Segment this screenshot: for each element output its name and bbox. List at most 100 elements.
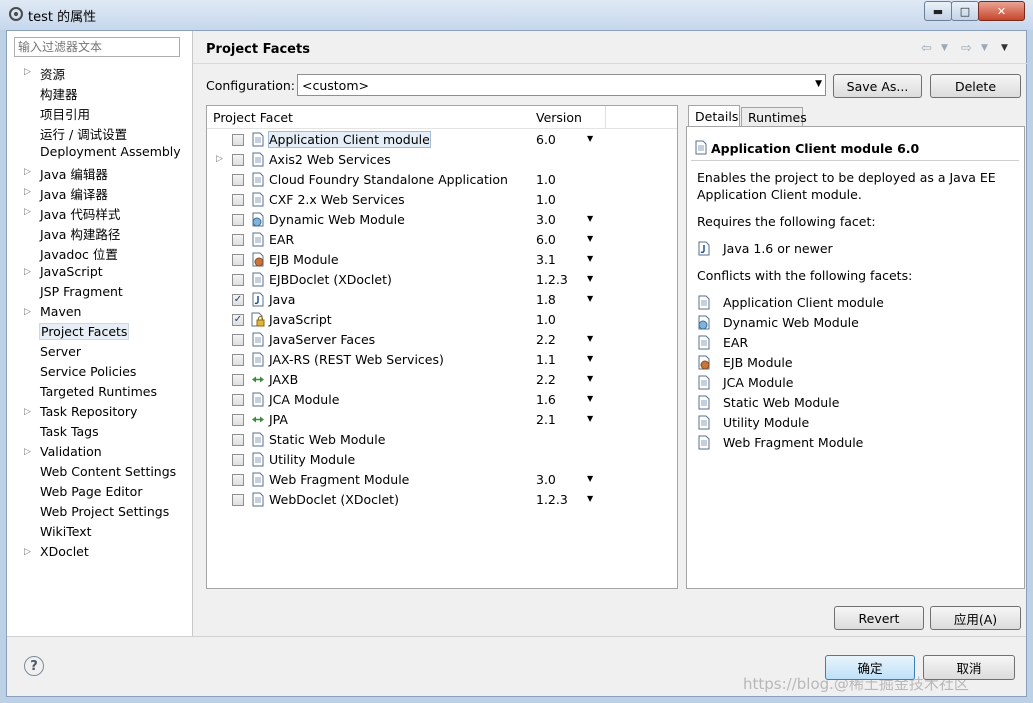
table-row[interactable]: EJB Module 3.1 ▼ bbox=[207, 250, 677, 270]
expand-arrow-icon[interactable]: ▷ bbox=[24, 447, 31, 457]
facet-version[interactable]: 3.1 bbox=[536, 252, 556, 267]
sidebar-item[interactable]: Javadoc 位置 bbox=[7, 243, 192, 263]
configuration-select[interactable]: <custom> ▼ bbox=[297, 74, 826, 96]
expand-arrow-icon[interactable]: ▷ bbox=[24, 307, 31, 317]
filter-input[interactable] bbox=[14, 37, 180, 57]
facet-version[interactable]: 2.2 bbox=[536, 332, 556, 347]
facet-checkbox[interactable] bbox=[232, 494, 244, 506]
forward-icon[interactable]: ⇨ bbox=[961, 41, 972, 56]
apply-button[interactable]: 应用(A) bbox=[930, 606, 1021, 630]
title-bar[interactable] bbox=[0, 0, 1033, 30]
minimize-button[interactable]: ▬ bbox=[924, 1, 952, 21]
table-row[interactable]: JCA Module 1.6 ▼ bbox=[207, 390, 677, 410]
expand-arrow-icon[interactable]: ▷ bbox=[24, 267, 31, 277]
table-row[interactable]: JavaServer Faces 2.2 ▼ bbox=[207, 330, 677, 350]
table-row[interactable]: Web Fragment Module 3.0 ▼ bbox=[207, 470, 677, 490]
maximize-button[interactable]: □ bbox=[951, 1, 979, 21]
sidebar-item[interactable]: 项目引用 bbox=[7, 103, 192, 123]
sidebar-item[interactable]: 构建器 bbox=[7, 83, 192, 103]
sidebar-item[interactable]: WikiText bbox=[7, 523, 192, 543]
sidebar-item[interactable]: ▷ Task Repository bbox=[7, 403, 192, 423]
facet-checkbox[interactable] bbox=[232, 374, 244, 386]
sidebar-item[interactable]: Deployment Assembly bbox=[7, 143, 192, 163]
revert-button[interactable]: Revert bbox=[834, 606, 924, 630]
sidebar-item[interactable]: Web Page Editor bbox=[7, 483, 192, 503]
sidebar-item[interactable]: Web Project Settings bbox=[7, 503, 192, 523]
version-dropdown-icon[interactable]: ▼ bbox=[587, 254, 593, 263]
facet-checkbox[interactable] bbox=[232, 214, 244, 226]
table-row[interactable]: Static Web Module bbox=[207, 430, 677, 450]
version-dropdown-icon[interactable]: ▼ bbox=[587, 134, 593, 143]
expand-arrow-icon[interactable]: ▷ bbox=[24, 67, 31, 77]
forward-menu-icon[interactable]: ▼ bbox=[981, 43, 988, 53]
sidebar-item[interactable]: Project Facets bbox=[7, 323, 192, 343]
table-row[interactable]: EJBDoclet (XDoclet) 1.2.3 ▼ bbox=[207, 270, 677, 290]
sidebar-item[interactable]: ▷ Java 编译器 bbox=[7, 183, 192, 203]
expand-arrow-icon[interactable]: ▷ bbox=[24, 167, 31, 177]
facet-version[interactable]: 1.2.3 bbox=[536, 492, 568, 507]
version-dropdown-icon[interactable]: ▼ bbox=[587, 414, 593, 423]
sidebar-item[interactable]: JSP Fragment bbox=[7, 283, 192, 303]
facet-checkbox[interactable] bbox=[232, 474, 244, 486]
version-dropdown-icon[interactable]: ▼ bbox=[587, 354, 593, 363]
tab-details[interactable]: Details bbox=[688, 105, 740, 127]
facet-version[interactable]: 1.8 bbox=[536, 292, 556, 307]
facet-version[interactable]: 2.2 bbox=[536, 372, 556, 387]
table-row[interactable]: Cloud Foundry Standalone Application 1.0 bbox=[207, 170, 677, 190]
ok-button[interactable]: 确定 bbox=[825, 655, 915, 680]
sidebar-item[interactable]: Service Policies bbox=[7, 363, 192, 383]
table-row[interactable]: WebDoclet (XDoclet) 1.2.3 ▼ bbox=[207, 490, 677, 510]
sidebar-item[interactable]: ▷ 资源 bbox=[7, 63, 192, 83]
column-header-facet[interactable]: Project Facet bbox=[207, 106, 531, 129]
back-menu-icon[interactable]: ▼ bbox=[941, 43, 948, 53]
table-row[interactable]: Application Client module 6.0 ▼ bbox=[207, 130, 677, 150]
facet-checkbox[interactable]: ✓ bbox=[232, 294, 244, 306]
expand-arrow-icon[interactable]: ▷ bbox=[216, 154, 223, 164]
table-row[interactable]: Dynamic Web Module 3.0 ▼ bbox=[207, 210, 677, 230]
sidebar-item[interactable]: ▷ Maven bbox=[7, 303, 192, 323]
delete-button[interactable]: Delete bbox=[930, 74, 1021, 98]
save-as-button[interactable]: Save As... bbox=[833, 74, 922, 98]
help-icon[interactable]: ? bbox=[24, 656, 44, 676]
table-row[interactable]: ✓ Java 1.8 ▼ bbox=[207, 290, 677, 310]
version-dropdown-icon[interactable]: ▼ bbox=[587, 334, 593, 343]
facet-checkbox[interactable] bbox=[232, 334, 244, 346]
table-row[interactable]: ▷ Axis2 Web Services bbox=[207, 150, 677, 170]
sidebar-item[interactable]: ▷ Java 编辑器 bbox=[7, 163, 192, 183]
version-dropdown-icon[interactable]: ▼ bbox=[587, 494, 593, 503]
view-menu-icon[interactable]: ▼ bbox=[1001, 43, 1008, 53]
facet-version[interactable]: 6.0 bbox=[536, 232, 556, 247]
close-button[interactable]: ✕ bbox=[978, 1, 1025, 21]
expand-arrow-icon[interactable]: ▷ bbox=[24, 207, 31, 217]
facet-version[interactable]: 3.0 bbox=[536, 212, 556, 227]
version-dropdown-icon[interactable]: ▼ bbox=[587, 274, 593, 283]
facet-checkbox[interactable] bbox=[232, 174, 244, 186]
expand-arrow-icon[interactable]: ▷ bbox=[24, 187, 31, 197]
table-row[interactable]: EAR 6.0 ▼ bbox=[207, 230, 677, 250]
sidebar-item[interactable]: Java 构建路径 bbox=[7, 223, 192, 243]
sidebar-item[interactable]: Task Tags bbox=[7, 423, 192, 443]
version-dropdown-icon[interactable]: ▼ bbox=[587, 474, 593, 483]
tab-runtimes[interactable]: Runtimes bbox=[741, 107, 807, 127]
version-dropdown-icon[interactable]: ▼ bbox=[587, 394, 593, 403]
table-row[interactable]: JPA 2.1 ▼ bbox=[207, 410, 677, 430]
facet-checkbox[interactable] bbox=[232, 274, 244, 286]
sidebar-item[interactable]: ▷ Java 代码样式 bbox=[7, 203, 192, 223]
version-dropdown-icon[interactable]: ▼ bbox=[587, 234, 593, 243]
facet-version[interactable]: 1.2.3 bbox=[536, 272, 568, 287]
sidebar-item[interactable]: Server bbox=[7, 343, 192, 363]
facet-version[interactable]: 2.1 bbox=[536, 412, 556, 427]
cancel-button[interactable]: 取消 bbox=[923, 655, 1015, 680]
sidebar-item[interactable]: 运行 / 调试设置 bbox=[7, 123, 192, 143]
facet-checkbox[interactable] bbox=[232, 354, 244, 366]
facet-checkbox[interactable] bbox=[232, 434, 244, 446]
table-row[interactable]: JAX-RS (REST Web Services) 1.1 ▼ bbox=[207, 350, 677, 370]
expand-arrow-icon[interactable]: ▷ bbox=[24, 407, 31, 417]
facet-version[interactable]: 1.6 bbox=[536, 392, 556, 407]
facet-version[interactable]: 3.0 bbox=[536, 472, 556, 487]
expand-arrow-icon[interactable]: ▷ bbox=[24, 547, 31, 557]
facet-checkbox[interactable] bbox=[232, 394, 244, 406]
table-row[interactable]: Utility Module bbox=[207, 450, 677, 470]
sidebar-item[interactable]: ▷ XDoclet bbox=[7, 543, 192, 563]
facet-checkbox[interactable]: ✓ bbox=[232, 314, 244, 326]
